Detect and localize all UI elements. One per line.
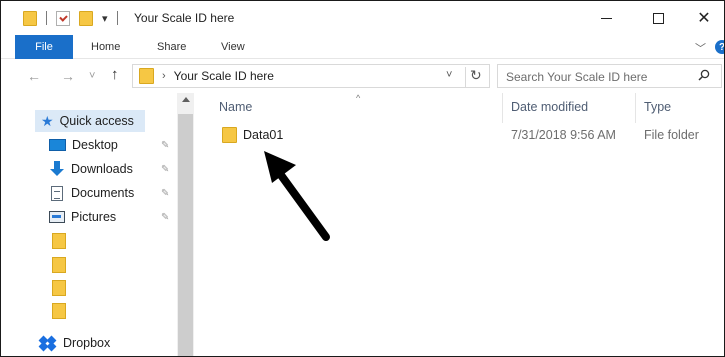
- sidebar-item-label: Pictures: [71, 210, 117, 224]
- breadcrumb-separator[interactable]: ›: [162, 70, 166, 82]
- quick-access-toolbar: ▾: [23, 10, 118, 26]
- desktop-icon: [49, 139, 66, 151]
- file-date-modified: 7/31/2018 9:56 AM: [511, 128, 616, 142]
- documents-icon: [51, 185, 63, 201]
- pictures-icon: [49, 211, 65, 223]
- forward-button[interactable]: →: [61, 68, 75, 84]
- help-icon[interactable]: ?: [715, 40, 724, 54]
- sidebar-item-label: Downloads: [71, 162, 133, 176]
- sidebar-item-documents[interactable]: Documents: [51, 182, 177, 204]
- navigation-bar: ← → ˅ ↑ › Your Scale ID here ˅ ↻ Search …: [1, 59, 724, 93]
- sort-indicator-icon: ^: [356, 93, 361, 103]
- refresh-icon[interactable]: ↻: [465, 67, 482, 87]
- sidebar-item-label: Documents: [71, 186, 135, 200]
- sidebar-item-dropbox[interactable]: Dropbox: [38, 332, 177, 354]
- file-name: Data01: [243, 128, 284, 142]
- tab-view[interactable]: View: [221, 41, 245, 53]
- scrollbar-thumb[interactable]: [178, 114, 193, 356]
- column-header-name[interactable]: Name: [219, 100, 252, 114]
- maximize-icon: [652, 12, 664, 24]
- navigation-pane: ★ Quick access Desktop ✎ Downloads ✎ Doc…: [1, 93, 177, 356]
- customize-toolbar-dropdown[interactable]: ▾: [102, 12, 108, 25]
- close-icon: ✕: [697, 10, 711, 27]
- folder-icon[interactable]: [52, 233, 66, 249]
- address-bar[interactable]: › Your Scale ID here ˅ ↻: [132, 64, 490, 88]
- separator: [46, 11, 47, 25]
- up-button[interactable]: ↑: [111, 66, 119, 83]
- pin-icon: ✎: [161, 212, 170, 223]
- breadcrumb[interactable]: Your Scale ID here: [174, 69, 274, 83]
- folder-icon[interactable]: [52, 257, 66, 273]
- column-divider[interactable]: [502, 93, 503, 123]
- column-divider[interactable]: [635, 93, 636, 123]
- downloads-icon: [49, 161, 65, 177]
- pin-icon: ✎: [161, 140, 170, 151]
- maximize-button[interactable]: [635, 6, 681, 30]
- pin-icon: ✎: [161, 188, 170, 199]
- close-button[interactable]: ✕: [681, 6, 724, 30]
- separator: [116, 11, 118, 25]
- dropbox-icon: [38, 335, 57, 352]
- tab-share[interactable]: Share: [157, 41, 186, 53]
- column-header-date-modified[interactable]: Date modified: [511, 100, 588, 114]
- minimize-button[interactable]: [583, 6, 629, 30]
- back-button[interactable]: ←: [27, 68, 41, 84]
- new-folder-icon[interactable]: [79, 10, 93, 26]
- properties-icon[interactable]: [56, 10, 70, 26]
- nav-pane-scrollbar[interactable]: [177, 93, 194, 356]
- sidebar-item-label: Desktop: [72, 138, 118, 152]
- window-title: Your Scale ID here: [134, 11, 235, 25]
- tab-file[interactable]: File: [15, 35, 73, 59]
- sidebar-item-downloads[interactable]: Downloads: [49, 158, 177, 180]
- pin-icon: ✎: [161, 164, 170, 175]
- folder-icon: [222, 127, 237, 143]
- folder-icon: [139, 68, 154, 84]
- search-icon[interactable]: [698, 69, 710, 81]
- annotation-arrow: [264, 151, 330, 241]
- address-dropdown-icon[interactable]: ˅: [446, 69, 452, 81]
- search-input[interactable]: Search Your Scale ID here: [497, 64, 722, 88]
- folder-icon[interactable]: [52, 303, 66, 319]
- sidebar-item-label: Dropbox: [63, 336, 111, 350]
- column-header-type[interactable]: Type: [644, 100, 671, 114]
- scroll-up-icon[interactable]: [182, 97, 190, 102]
- sidebar-item-desktop[interactable]: Desktop: [49, 134, 177, 156]
- expand-ribbon-icon[interactable]: ﹀: [695, 40, 706, 56]
- search-placeholder: Search Your Scale ID here: [506, 70, 648, 84]
- file-type: File folder: [644, 128, 699, 142]
- recent-locations-button[interactable]: ˅: [89, 70, 95, 82]
- tab-home[interactable]: Home: [91, 41, 120, 53]
- sidebar-item-quick-access[interactable]: ★ Quick access: [35, 110, 145, 132]
- sidebar-item-pictures[interactable]: Pictures: [49, 206, 177, 228]
- folder-icon[interactable]: [52, 280, 66, 296]
- folder-icon[interactable]: [23, 10, 37, 26]
- minimize-icon: [600, 17, 612, 19]
- explorer-window: ▾ Your Scale ID here ✕ File Home Share V…: [0, 0, 725, 357]
- sidebar-item-label: Quick access: [59, 114, 134, 128]
- star-icon: ★: [41, 112, 54, 129]
- title-bar: ▾ Your Scale ID here ✕: [1, 1, 724, 35]
- ribbon: File Home Share View ﹀ ?: [1, 35, 724, 59]
